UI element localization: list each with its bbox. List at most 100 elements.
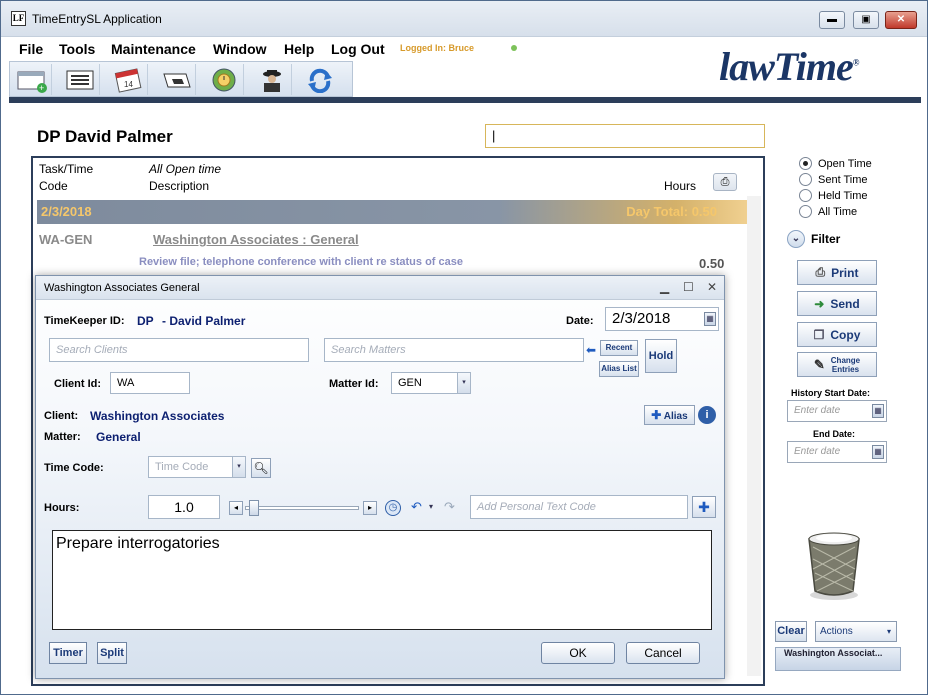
menu-help[interactable]: Help xyxy=(284,41,314,57)
end-date-label: End Date: xyxy=(813,429,856,439)
new-entry-icon[interactable]: + xyxy=(12,64,52,95)
dialog-minimize-button[interactable]: ▁ xyxy=(660,280,669,294)
radio-sent-time[interactable]: Sent Time xyxy=(799,173,868,186)
copy-button[interactable]: ❐ Copy xyxy=(797,322,877,347)
search-clients-input[interactable]: Search Clients xyxy=(49,338,309,362)
change-entries-button[interactable]: ✎ Change Entries xyxy=(797,352,877,377)
send-button[interactable]: ➜ Send xyxy=(797,291,877,316)
undo-icon[interactable]: ↶ xyxy=(411,499,422,515)
alias-list-button[interactable]: Alias List xyxy=(599,361,639,377)
dialog-close-button[interactable]: ✕ xyxy=(707,280,717,294)
alias-button[interactable]: ✚ Alias xyxy=(644,405,695,425)
online-status-dot xyxy=(511,45,517,51)
top-search-input[interactable]: | xyxy=(485,124,765,148)
slider-left-arrow-icon[interactable]: ◂ xyxy=(229,501,243,515)
undo-dropdown-icon[interactable]: ▾ xyxy=(429,502,433,511)
hours-input[interactable]: 1.0 xyxy=(148,495,220,519)
grid-scrollbar[interactable] xyxy=(747,196,761,676)
history-start-label: History Start Date: xyxy=(791,388,871,398)
personal-text-code-input[interactable]: Add Personal Text Code xyxy=(470,495,688,519)
right-panel: Open Time Sent Time Held Time All Time ⌄… xyxy=(773,151,913,691)
refresh-icon[interactable] xyxy=(300,64,340,95)
maximize-button[interactable]: ▣ xyxy=(853,11,879,29)
actions-dropdown[interactable]: Actions ▾ xyxy=(815,621,897,642)
menu-log-out[interactable]: Log Out xyxy=(331,41,385,57)
day-header-row: 2/3/2018 Day Total: 0.50 xyxy=(37,200,747,224)
entry-code[interactable]: WA-GEN xyxy=(39,232,92,247)
menu-file[interactable]: File xyxy=(19,41,43,57)
window-title: TimeEntrySL Application xyxy=(32,12,162,26)
client-value: Washington Associates xyxy=(90,409,225,423)
grid-print-icon[interactable]: ⎙ xyxy=(713,173,737,191)
time-entry-dialog: Washington Associates General ▁ ☐ ✕ Time… xyxy=(35,275,725,679)
date-input[interactable]: 2/3/2018 ▦ xyxy=(605,307,719,331)
search-icon[interactable]: 🔍︎ xyxy=(251,458,271,478)
minimize-button[interactable]: ▬ xyxy=(819,11,845,29)
radio-icon xyxy=(799,173,812,186)
radio-open-time[interactable]: Open Time xyxy=(799,157,872,170)
hours-slider[interactable]: ◂ ▸ xyxy=(229,499,379,517)
slider-track[interactable] xyxy=(245,506,359,510)
spy-icon[interactable] xyxy=(252,64,292,95)
description-textarea[interactable]: Prepare interrogatories xyxy=(52,530,712,630)
print-button[interactable]: ⎙ Print xyxy=(797,260,877,285)
chevron-down-icon: ⌄ xyxy=(787,230,805,248)
history-start-date-input[interactable]: Enter date ▦ xyxy=(787,400,887,422)
cancel-button[interactable]: Cancel xyxy=(626,642,700,664)
timekeeper-name: - David Palmer xyxy=(162,314,246,328)
redo-icon[interactable]: ↷ xyxy=(444,499,455,515)
time-code-select[interactable]: Time Code ▾ xyxy=(148,456,246,478)
day-date: 2/3/2018 xyxy=(41,204,92,219)
menu-maintenance[interactable]: Maintenance xyxy=(111,41,196,57)
clear-button[interactable]: Clear xyxy=(775,621,807,642)
arrow-right-icon: ➜ xyxy=(814,296,825,311)
matter-label: Matter: xyxy=(44,431,81,443)
filter-toggle[interactable]: ⌄ Filter xyxy=(787,230,840,248)
clock-icon[interactable]: ◷ xyxy=(385,500,401,516)
timekeeper-label: TimeKeeper ID: xyxy=(44,315,125,327)
hold-button[interactable]: Hold xyxy=(645,339,677,373)
slider-right-arrow-icon[interactable]: ▸ xyxy=(363,501,377,515)
timer-button[interactable]: Timer xyxy=(49,642,87,664)
timekeeper-code: DP xyxy=(137,314,154,328)
dialog-title: Washington Associates General xyxy=(44,282,200,294)
add-personal-text-icon[interactable]: ✚ xyxy=(692,496,716,518)
end-date-input[interactable]: Enter date ▦ xyxy=(787,441,887,463)
arrow-left-icon[interactable]: ⬅ xyxy=(586,343,596,357)
recent-button[interactable]: Recent xyxy=(600,340,638,356)
ok-button[interactable]: OK xyxy=(541,642,615,664)
calendar-icon[interactable]: 14 xyxy=(108,64,148,95)
info-icon[interactable]: i xyxy=(698,406,716,424)
list-icon[interactable] xyxy=(60,64,100,95)
date-label: Date: xyxy=(566,315,594,327)
menu-window[interactable]: Window xyxy=(213,41,267,57)
send-icon[interactable] xyxy=(156,64,196,95)
close-button[interactable]: ✕ xyxy=(885,11,917,29)
open-window-tab[interactable]: Washington Associat... xyxy=(775,647,901,671)
dropdown-arrow-icon: ▾ xyxy=(457,373,470,393)
header-divider xyxy=(9,97,921,103)
recycle-bin-icon[interactable] xyxy=(803,529,865,601)
calendar-icon[interactable]: ▦ xyxy=(872,404,884,418)
radio-all-time[interactable]: All Time xyxy=(799,205,857,218)
title-bar: LF TimeEntrySL Application ▬ ▣ ✕ xyxy=(1,1,927,37)
calendar-icon[interactable]: ▦ xyxy=(872,445,884,459)
client-id-input[interactable]: WA xyxy=(110,372,190,394)
plus-icon: ✚ xyxy=(651,408,662,422)
split-button[interactable]: Split xyxy=(97,642,127,664)
clock-globe-icon[interactable] xyxy=(204,64,244,95)
client-label: Client: xyxy=(44,410,79,422)
lawtime-logo: lawTime® xyxy=(719,44,859,89)
slider-thumb[interactable] xyxy=(249,500,259,516)
matter-value: General xyxy=(96,430,141,444)
calendar-icon[interactable]: ▦ xyxy=(704,312,716,326)
menu-tools[interactable]: Tools xyxy=(59,41,95,57)
time-code-label: Time Code: xyxy=(44,462,104,474)
dialog-maximize-button[interactable]: ☐ xyxy=(683,280,694,294)
radio-held-time[interactable]: Held Time xyxy=(799,189,868,202)
matter-id-label: Matter Id: xyxy=(329,378,379,390)
matter-id-select[interactable]: GEN ▾ xyxy=(391,372,471,394)
hours-label: Hours: xyxy=(44,502,80,514)
entry-matter-link[interactable]: Washington Associates : General xyxy=(153,232,359,247)
search-matters-input[interactable]: Search Matters xyxy=(324,338,584,362)
